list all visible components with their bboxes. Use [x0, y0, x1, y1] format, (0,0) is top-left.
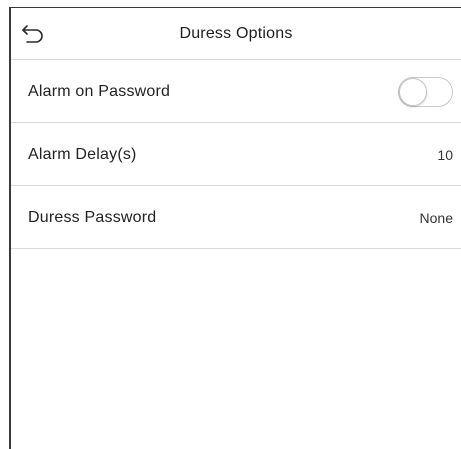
row-alarm-on-password[interactable]: Alarm on Password [11, 60, 461, 123]
alarm-delay-value: 10 [437, 147, 453, 163]
duress-options-screen: Duress Options Alarm on Password Alarm D… [9, 7, 461, 449]
row-label: Duress Password [28, 209, 157, 226]
alarm-on-password-toggle[interactable] [398, 77, 453, 107]
row-alarm-delay[interactable]: Alarm Delay(s) 10 [11, 123, 461, 186]
page-title: Duress Options [179, 25, 293, 42]
row-duress-password[interactable]: Duress Password None [11, 186, 461, 249]
toggle-knob [399, 78, 427, 106]
row-label: Alarm Delay(s) [28, 146, 137, 163]
header-bar: Duress Options [11, 8, 461, 60]
row-label: Alarm on Password [28, 83, 171, 100]
duress-password-value: None [419, 210, 453, 226]
